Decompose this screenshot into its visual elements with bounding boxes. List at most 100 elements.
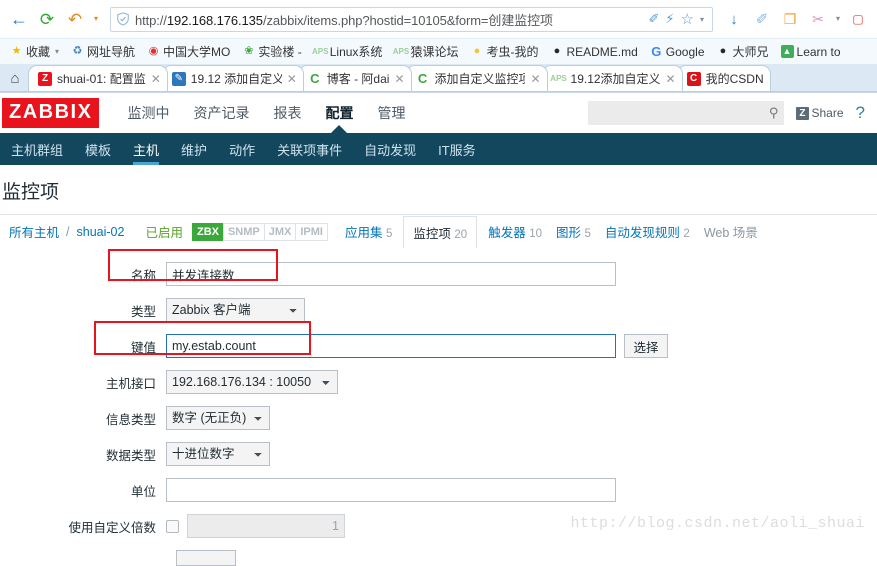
bookmark-item[interactable]: ◉ 中国大学MO xyxy=(141,41,236,63)
top-menu-monitoring[interactable]: 监测中 xyxy=(115,93,181,133)
share-badge: Z xyxy=(796,107,808,120)
back-icon[interactable]: ← xyxy=(6,6,32,32)
mobile-send-icon[interactable]: ❐ xyxy=(777,6,803,32)
type-select[interactable]: Zabbix 客户端 xyxy=(166,298,305,322)
key-select-button[interactable]: 选择 xyxy=(624,334,668,358)
close-icon[interactable]: ✕ xyxy=(394,72,404,86)
search-icon[interactable]: ⚲ xyxy=(769,105,779,121)
tab-title: shuai-01: 配置监 xyxy=(57,70,146,87)
sub-nav-host-groups[interactable]: 主机群组 xyxy=(0,133,74,165)
unit-label: 单位 xyxy=(0,481,166,500)
watermark: http://blog.csdn.net/aoli_shuai xyxy=(570,515,865,532)
bookmark-label: 中国大学MO xyxy=(163,43,230,60)
sub-nav-templates[interactable]: 模板 xyxy=(74,133,122,165)
form-row-type: 类型 Zabbix 客户端 xyxy=(0,298,877,322)
reload-icon[interactable]: ⟳ xyxy=(34,6,60,32)
address-bar[interactable]: http://192.168.176.135/zabbix/items.php?… xyxy=(110,7,713,32)
github-icon: ● xyxy=(717,45,730,58)
count-badge: 2 xyxy=(683,228,689,240)
google-icon: G xyxy=(650,45,663,58)
browser-tab[interactable]: C 我的CSDN xyxy=(677,65,771,91)
share-button[interactable]: Z Share xyxy=(796,106,843,120)
name-input[interactable] xyxy=(166,262,616,286)
global-search[interactable]: ⚲ xyxy=(588,101,784,125)
bookmark-item[interactable]: ★ 收藏 ▾ xyxy=(4,41,65,63)
sub-nav-maintenance[interactable]: 维护 xyxy=(170,133,218,165)
sub-nav-hosts[interactable]: 主机 xyxy=(122,133,170,165)
key-label: 键值 xyxy=(0,337,166,356)
bookmark-label: Learn to xyxy=(797,45,841,59)
tab-title: 我的CSDN xyxy=(706,70,764,87)
unit-input[interactable] xyxy=(166,478,616,502)
screenshot-icon[interactable]: ▢ xyxy=(845,6,871,32)
breadcrumb-host[interactable]: shuai-02 xyxy=(70,225,132,239)
zabbix-logo[interactable]: ZABBIX xyxy=(2,98,99,128)
info-type-select[interactable]: 数字 (无正负) xyxy=(166,406,270,430)
scissors-icon[interactable]: ✂ xyxy=(805,6,831,32)
browser-tab[interactable]: C 添加自定义监控项 ✕ xyxy=(406,65,548,91)
bookmark-dropdown-caret-icon[interactable]: ▾ xyxy=(700,15,704,24)
next-field-partial[interactable] xyxy=(176,550,236,566)
learn-icon: ▲ xyxy=(781,45,794,58)
multiplier-checkbox[interactable] xyxy=(166,520,179,533)
history-dropdown-caret-icon[interactable]: ▾ xyxy=(90,6,102,32)
breadcrumb-tab-web-scenarios[interactable]: Web 场景 xyxy=(697,222,765,241)
sub-nav-discovery[interactable]: 自动发现 xyxy=(353,133,427,165)
chevron-down-icon[interactable]: ▾ xyxy=(55,47,59,56)
download-icon[interactable]: ↓ xyxy=(721,6,747,32)
form-row-unit: 单位 xyxy=(0,478,877,502)
help-button[interactable]: ? xyxy=(856,103,865,123)
tab-title: 添加自定义监控项 xyxy=(435,70,526,87)
bookmark-item[interactable]: G Google xyxy=(644,41,711,63)
bookmark-item[interactable]: APS 猿课论坛 xyxy=(388,41,464,63)
aps-icon: APS xyxy=(314,45,327,58)
url-host: 192.168.176.135 xyxy=(167,13,263,28)
share-label: Share xyxy=(812,106,844,120)
key-input[interactable] xyxy=(166,334,616,358)
browser-tab[interactable]: APS 19.12添加自定义 ✕ xyxy=(542,65,683,91)
top-menu-administration[interactable]: 管理 xyxy=(365,93,417,133)
bookmark-item[interactable]: ▲ Learn to xyxy=(775,41,847,63)
search-input[interactable] xyxy=(594,105,768,121)
sub-nav-event-correlation[interactable]: 关联项事件 xyxy=(266,133,353,165)
tab-title: 19.12添加自定义 xyxy=(571,70,661,87)
interface-select[interactable]: 192.168.176.134 : 10050 xyxy=(166,370,338,394)
undo-history-icon[interactable]: ↶ xyxy=(62,6,88,32)
top-menu-reports[interactable]: 报表 xyxy=(261,93,313,133)
breadcrumb-all-hosts[interactable]: 所有主机 xyxy=(2,222,66,241)
bookmark-item[interactable]: ♻ 网址导航 xyxy=(65,41,141,63)
browser-tab[interactable]: C 博客 - 阿dai ✕ xyxy=(298,65,412,91)
top-menu-inventory[interactable]: 资产记录 xyxy=(181,93,261,133)
close-icon[interactable]: ✕ xyxy=(151,72,161,86)
breadcrumb-tab-discovery-rules[interactable]: 自动发现规则 2 xyxy=(598,222,697,241)
close-icon[interactable]: ✕ xyxy=(287,72,297,86)
bookmark-item[interactable]: APS Linux系统 xyxy=(308,41,389,63)
edit-pen-icon[interactable]: ✐ xyxy=(648,11,659,27)
bookmark-item[interactable]: ● 考虫-我的 xyxy=(464,41,544,63)
bookmark-item[interactable]: ● 大师兄 xyxy=(711,41,775,63)
sub-nav-actions[interactable]: 动作 xyxy=(218,133,266,165)
sub-nav-it-services[interactable]: IT服务 xyxy=(427,133,487,165)
breadcrumb-tab-applications[interactable]: 应用集 5 xyxy=(338,222,399,241)
data-type-select[interactable]: 十进位数字 xyxy=(166,442,270,466)
scissors-caret-icon[interactable]: ▾ xyxy=(833,6,843,32)
lightning-icon[interactable]: ⚡ xyxy=(665,11,674,27)
multiplier-input[interactable] xyxy=(187,514,345,538)
browser-tab[interactable]: ✎ 19.12 添加自定义 ✕ xyxy=(162,65,304,91)
header-right-group: ⚲ Z Share ? xyxy=(588,101,877,125)
pen-tool-icon[interactable]: ✐ xyxy=(749,6,775,32)
bookmark-item[interactable]: ● README.md xyxy=(544,41,643,63)
bookmark-item[interactable]: ❀ 实验楼 - xyxy=(236,41,307,63)
breadcrumb-tab-items[interactable]: 监控项 20 xyxy=(403,216,477,250)
browser-tab[interactable]: Z shuai-01: 配置监 ✕ xyxy=(28,65,168,91)
host-status-badge: 已启用 xyxy=(131,222,193,241)
close-icon[interactable]: ✕ xyxy=(666,72,676,86)
top-menu-configuration[interactable]: 配置 xyxy=(313,93,365,133)
zabbix-favicon: Z xyxy=(38,72,52,86)
chick-icon: ● xyxy=(470,45,483,58)
breadcrumb-tab-graphs[interactable]: 图形 5 xyxy=(549,222,598,241)
bookmark-star-icon[interactable]: ☆ xyxy=(681,10,694,28)
breadcrumb-tab-triggers[interactable]: 触发器 10 xyxy=(481,222,549,241)
home-icon[interactable]: ⌂ xyxy=(2,65,28,91)
close-icon[interactable]: ✕ xyxy=(530,72,540,86)
